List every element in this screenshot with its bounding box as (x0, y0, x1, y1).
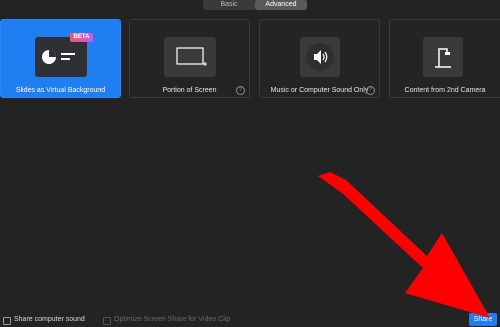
speaker-icon (300, 37, 340, 77)
option-label: Portion of Screen (162, 87, 217, 94)
option-slides-virtual-background[interactable]: BETA Slides as Virtual Background (0, 19, 121, 98)
slides-virtual-background-icon (35, 37, 87, 77)
optimize-video-clip-label: Optimize Screen Share for Video Clip (114, 316, 231, 323)
option-portion-of-screen[interactable]: Portion of Screen ? (129, 19, 250, 98)
option-label: Music or Computer Sound Only (270, 87, 369, 94)
document-camera-icon (423, 37, 463, 77)
help-icon[interactable]: ? (236, 86, 245, 95)
tab-basic[interactable]: Basic (203, 0, 255, 10)
option-content-2nd-camera[interactable]: Content from 2nd Camera (389, 19, 500, 98)
help-icon[interactable]: ? (366, 86, 375, 95)
share-computer-sound-checkbox[interactable] (3, 317, 11, 325)
option-music-computer-sound[interactable]: Music or Computer Sound Only ? (259, 19, 380, 98)
tab-advanced[interactable]: Advanced (255, 0, 307, 10)
share-computer-sound-label: Share computer sound (14, 316, 85, 323)
share-mode-tabs: Basic Advanced (203, 0, 307, 10)
share-button[interactable]: Share (469, 313, 497, 326)
optimize-video-clip-checkbox[interactable] (103, 317, 111, 325)
option-label: Content from 2nd Camera (404, 87, 486, 94)
share-screen-window: Basic Advanced BETA Slides as Virtual Ba… (0, 0, 500, 327)
option-label: Slides as Virtual Background (15, 87, 106, 94)
beta-badge: BETA (70, 33, 93, 42)
screen-portion-icon (164, 37, 216, 77)
